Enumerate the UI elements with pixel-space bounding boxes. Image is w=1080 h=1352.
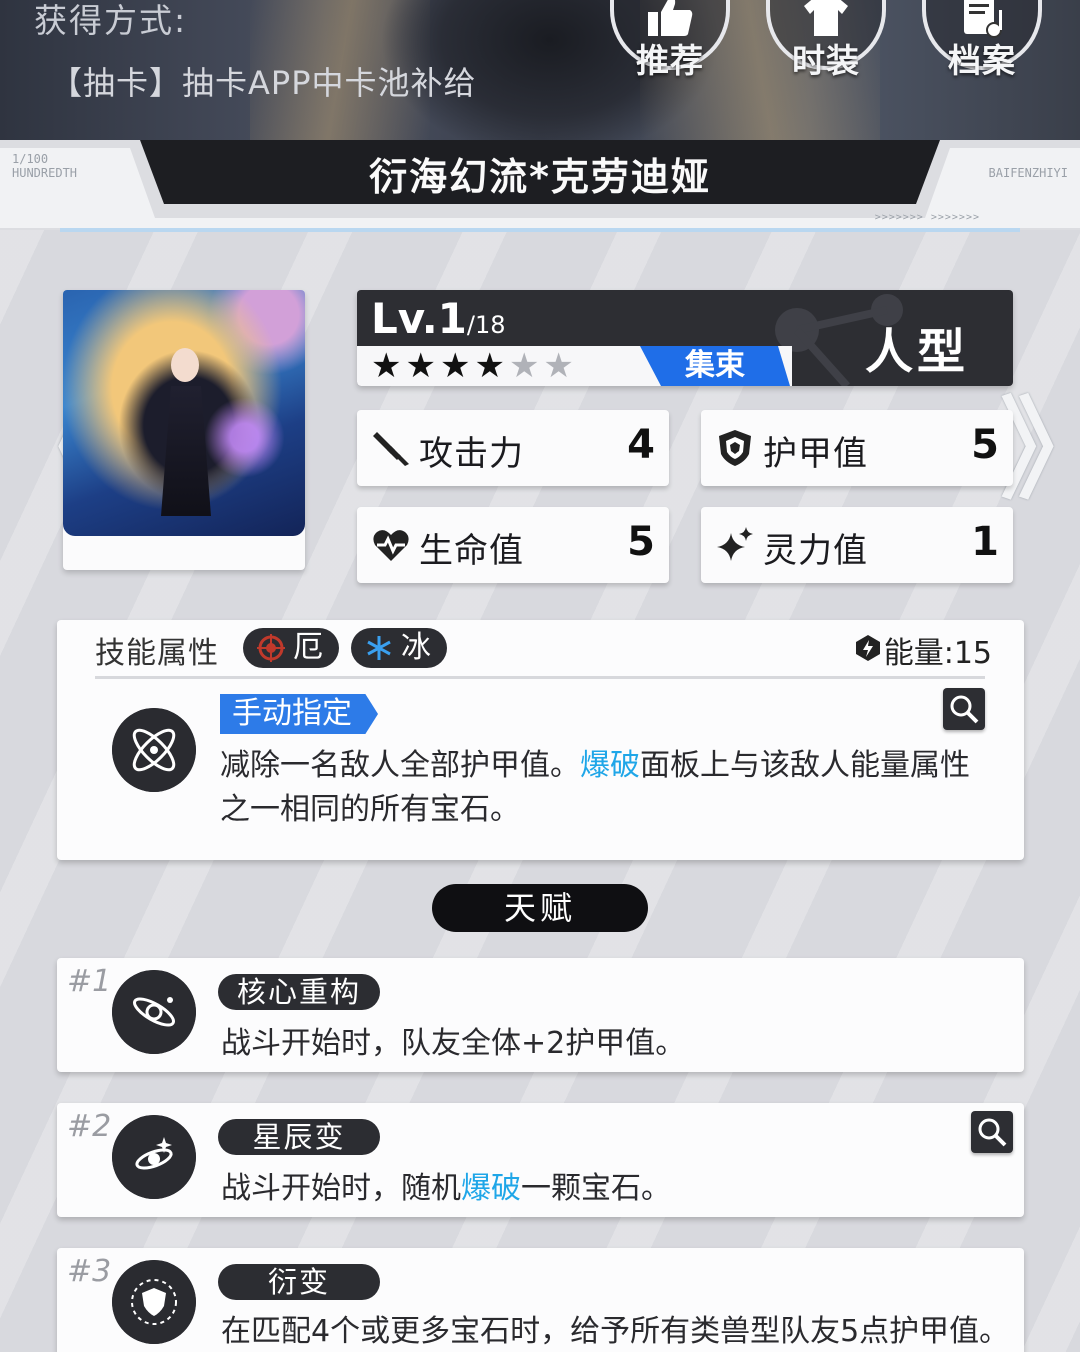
talent-name: 核心重构 [218, 974, 380, 1010]
character-name: 衍海幻流*克劳迪娅 [369, 155, 711, 199]
calamity-icon [257, 634, 285, 662]
blast-keyword[interactable]: 爆破 [580, 748, 640, 783]
shirt-icon [804, 0, 848, 36]
baifenzhiyi-logo: BAIFENZHIYI [988, 166, 1068, 180]
archive-button[interactable]: 档案 [922, 0, 1042, 100]
talent-number: #3 [67, 1254, 112, 1289]
blast-keyword[interactable]: 爆破 [461, 1171, 521, 1206]
recommend-label: 推荐 [636, 41, 704, 80]
sparkle-icon [717, 527, 753, 561]
element-ice-badge: 冰 [351, 628, 447, 668]
obtain-method-label: 获得方式: [34, 1, 188, 40]
level-text: Lv.1/18 [371, 294, 506, 343]
hp-value: 5 [627, 519, 655, 565]
magnifier-icon [978, 1118, 1007, 1147]
talent-description: 在匹配4个或更多宝石时，给予所有类兽型队友5点护甲值。 [221, 1314, 1010, 1349]
star-icon: ★ [439, 346, 475, 386]
archive-icon [964, 0, 1002, 38]
faction-badge: 集束 [640, 346, 790, 386]
talent-core-icon [112, 970, 196, 1054]
thumbs-up-icon [648, 0, 693, 36]
skill-atom-icon [112, 708, 196, 792]
talent-section-header: 天赋 [432, 884, 648, 932]
armor-value: 5 [971, 422, 999, 468]
star-icon: ★ [405, 346, 440, 386]
talent-number: #1 [67, 964, 112, 999]
character-portrait-card[interactable] [63, 290, 305, 570]
star-empty-icon: ★ [543, 346, 578, 386]
skill-description: 减除一名敌人全部护甲值。爆破面板上与该敌人能量属性之一相同的所有宝石。 [220, 748, 970, 827]
talent-star-icon [112, 1115, 196, 1199]
costume-label: 时装 [792, 41, 860, 80]
sword-icon [373, 432, 409, 466]
talent-name: 星辰变 [218, 1119, 380, 1155]
talent-shield-icon [112, 1260, 196, 1344]
recommend-button[interactable]: 推荐 [610, 0, 730, 100]
talent-number: #2 [67, 1109, 112, 1144]
obtain-method-value: 【抽卡】抽卡APP中卡池补给 [50, 64, 477, 102]
talent-description: 战斗开始时，队友全体+2护甲值。 [221, 1026, 686, 1061]
character-nameplate: 衍海幻流*克劳迪娅 1/100 HUNDREDTH BAIFENZHIYI >>… [0, 140, 1080, 236]
heart-icon [373, 530, 409, 561]
element-calamity-badge: 厄 [243, 628, 339, 668]
hundredth-logo: 1/100 HUNDREDTH [12, 152, 78, 180]
arrow-decoration: >>>>>>> >>>>>>> [874, 212, 980, 223]
talent-card-1: #1 核心重构 战斗开始时，队友全体+2护甲值。 [57, 958, 1024, 1072]
star-icon: ★ [371, 346, 406, 386]
talent-card-2: #2 星辰变 战斗开始时，随机爆破一颗宝石。 [57, 1103, 1024, 1217]
star-icon: ★ [474, 346, 509, 386]
character-type: 人型 [864, 324, 969, 380]
spirit-value: 1 [971, 519, 999, 565]
costume-button[interactable]: 时装 [766, 0, 886, 100]
star-rating: ★★★★★★ [371, 346, 578, 386]
level-panel: Lv.1/18 人型 ★★★★★★ 集束 [357, 290, 1013, 386]
talent-card-3: #3 衍变 在匹配4个或更多宝石时，给予所有类兽型队友5点护甲值。 [57, 1248, 1024, 1352]
hp-stat: 生命值 5 [357, 507, 669, 583]
attack-value: 4 [627, 422, 655, 468]
talent-name: 衍变 [218, 1264, 380, 1300]
armor-stat: 护甲值 5 [701, 410, 1013, 486]
snowflake-icon [367, 636, 391, 660]
star-empty-icon: ★ [508, 346, 544, 386]
magnifier-icon [950, 695, 979, 724]
skill-target-tag: 手动指定 [220, 694, 378, 734]
energy-icon [856, 635, 880, 661]
character-portrait [63, 290, 305, 536]
attack-stat: 攻击力 4 [357, 410, 669, 486]
talent-description: 战斗开始时，随机爆破一颗宝石。 [221, 1171, 671, 1206]
shield-icon [719, 430, 751, 466]
archive-label: 档案 [948, 41, 1016, 80]
character-art-banner: 获得方式: 【抽卡】抽卡APP中卡池补给 推荐 时装 档案 [0, 0, 1080, 140]
energy-cost: 能量:15 [883, 636, 992, 671]
talent-zoom-button[interactable] [971, 1111, 1013, 1153]
skill-card: 技能属性 厄 冰 能量:15 手动指定 减除一名敌人全部护甲值。爆破面板上与该敌… [57, 620, 1024, 860]
spirit-stat: 灵力值 1 [701, 507, 1013, 583]
skill-zoom-button[interactable] [943, 688, 985, 730]
skill-attribute-label: 技能属性 [95, 636, 219, 671]
